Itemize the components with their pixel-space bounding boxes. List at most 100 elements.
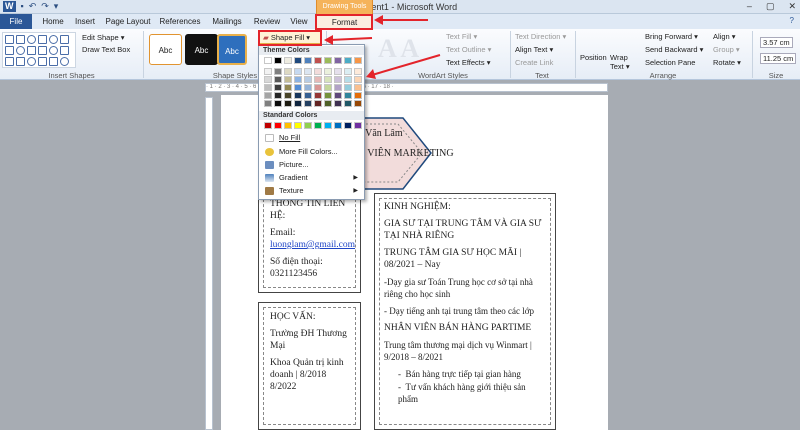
color-swatch[interactable]	[274, 76, 282, 83]
color-swatch[interactable]	[314, 100, 322, 107]
shape-icon[interactable]	[27, 57, 36, 66]
color-swatch[interactable]	[354, 100, 362, 107]
tab-references[interactable]: References	[157, 14, 203, 29]
color-swatch[interactable]	[344, 57, 352, 64]
shape-icon[interactable]	[38, 35, 47, 44]
color-swatch[interactable]	[274, 68, 282, 75]
color-swatch[interactable]	[294, 84, 302, 91]
color-swatch[interactable]	[304, 57, 312, 64]
color-swatch[interactable]	[274, 57, 282, 64]
color-swatch[interactable]	[284, 57, 292, 64]
color-swatch[interactable]	[334, 84, 342, 91]
rotate-button[interactable]: Rotate ▾	[713, 58, 741, 67]
color-swatch[interactable]	[264, 100, 272, 107]
draw-text-box-button[interactable]: Draw Text Box	[82, 45, 130, 54]
shape-icon[interactable]	[49, 35, 58, 44]
shape-fill-dropdown[interactable]: Theme Colors Standard Colors No Fill Mor…	[258, 44, 365, 200]
color-swatch[interactable]	[334, 57, 342, 64]
color-swatch[interactable]	[324, 68, 332, 75]
text-fill-button[interactable]: Text Fill ▾	[446, 32, 477, 41]
color-swatch[interactable]	[294, 100, 302, 107]
tab-review[interactable]: Review	[252, 14, 282, 29]
color-swatch[interactable]	[324, 57, 332, 64]
color-swatch[interactable]	[264, 68, 272, 75]
color-swatch[interactable]	[314, 84, 322, 91]
gradient-fill-item[interactable]: Gradient ▶	[261, 172, 362, 184]
shape-icon[interactable]	[16, 35, 25, 44]
color-swatch[interactable]	[294, 76, 302, 83]
shape-icon[interactable]	[60, 57, 69, 66]
color-swatch[interactable]	[294, 92, 302, 99]
tab-insert[interactable]: Insert	[70, 14, 100, 29]
align-text-button[interactable]: Align Text ▾	[515, 45, 553, 54]
color-swatch[interactable]	[284, 100, 292, 107]
color-swatch[interactable]	[264, 76, 272, 83]
color-swatch[interactable]	[334, 100, 342, 107]
color-swatch[interactable]	[354, 84, 362, 91]
color-swatch[interactable]	[264, 84, 272, 91]
color-swatch[interactable]	[294, 57, 302, 64]
text-effects-button[interactable]: Text Effects ▾	[446, 58, 490, 67]
shape-icon[interactable]	[60, 35, 69, 44]
experience-textbox[interactable]: KINH NGHIỆM: GIA SƯ TẠI TRUNG TÂM VÀ GIA…	[374, 193, 556, 430]
color-swatch[interactable]	[324, 100, 332, 107]
color-swatch[interactable]	[344, 68, 352, 75]
color-swatch[interactable]	[274, 84, 282, 91]
color-swatch[interactable]	[274, 92, 282, 99]
color-swatch[interactable]	[314, 122, 322, 129]
maximize-button[interactable]: ▢	[766, 1, 775, 12]
shape-style-3[interactable]: Abc	[217, 34, 247, 65]
close-button[interactable]: ✕	[788, 1, 796, 12]
tab-mailings[interactable]: Mailings	[208, 14, 246, 29]
color-swatch[interactable]	[334, 92, 342, 99]
shape-style-1[interactable]: Abc	[149, 34, 182, 65]
bring-forward-button[interactable]: Bring Forward ▾	[645, 32, 698, 41]
shape-icon[interactable]	[49, 57, 58, 66]
shape-icon[interactable]	[5, 46, 14, 55]
color-swatch[interactable]	[284, 122, 292, 129]
tab-view[interactable]: View	[286, 14, 312, 29]
color-swatch[interactable]	[324, 122, 332, 129]
color-swatch[interactable]	[304, 68, 312, 75]
color-swatch[interactable]	[294, 68, 302, 75]
shape-icon[interactable]	[5, 35, 14, 44]
color-swatch[interactable]	[354, 57, 362, 64]
shape-icon[interactable]	[38, 46, 47, 55]
color-swatch[interactable]	[304, 76, 312, 83]
align-button[interactable]: Align ▾	[713, 32, 736, 41]
color-swatch[interactable]	[314, 57, 322, 64]
color-swatch[interactable]	[324, 84, 332, 91]
color-swatch[interactable]	[354, 68, 362, 75]
color-swatch[interactable]	[314, 76, 322, 83]
picture-fill-item[interactable]: Picture...	[261, 159, 362, 171]
tab-home[interactable]: Home	[36, 14, 70, 29]
no-fill-item[interactable]: No Fill	[261, 132, 362, 144]
color-swatch[interactable]	[354, 122, 362, 129]
shape-icon[interactable]	[27, 46, 36, 55]
shape-icon[interactable]	[49, 46, 58, 55]
color-swatch[interactable]	[314, 92, 322, 99]
position-button[interactable]: Position	[580, 53, 607, 62]
shape-icon[interactable]	[60, 46, 69, 55]
more-fill-colors-item[interactable]: More Fill Colors...	[261, 146, 362, 158]
color-swatch[interactable]	[284, 68, 292, 75]
color-swatch[interactable]	[284, 76, 292, 83]
send-backward-button[interactable]: Send Backward ▾	[645, 45, 703, 54]
shape-icon[interactable]	[5, 57, 14, 66]
color-swatch[interactable]	[304, 84, 312, 91]
email-link[interactable]: luonglam@gmail.com	[270, 239, 355, 251]
color-swatch[interactable]	[274, 122, 282, 129]
color-swatch[interactable]	[324, 92, 332, 99]
color-swatch[interactable]	[354, 92, 362, 99]
color-swatch[interactable]	[294, 122, 302, 129]
wrap-text-button[interactable]: Wrap Text ▾	[610, 53, 634, 71]
edit-shape-button[interactable]: Edit Shape ▾	[82, 33, 125, 42]
color-swatch[interactable]	[344, 122, 352, 129]
shape-icon[interactable]	[16, 46, 25, 55]
color-swatch[interactable]	[324, 76, 332, 83]
texture-fill-item[interactable]: Texture ▶	[261, 185, 362, 197]
shape-width-input[interactable]: 11.25 cm	[760, 53, 797, 64]
color-swatch[interactable]	[344, 100, 352, 107]
contact-textbox[interactable]: THÔNG TIN LIÊN HỆ: Email: luonglam@gmail…	[258, 189, 361, 293]
help-icon[interactable]: ?	[790, 16, 794, 25]
